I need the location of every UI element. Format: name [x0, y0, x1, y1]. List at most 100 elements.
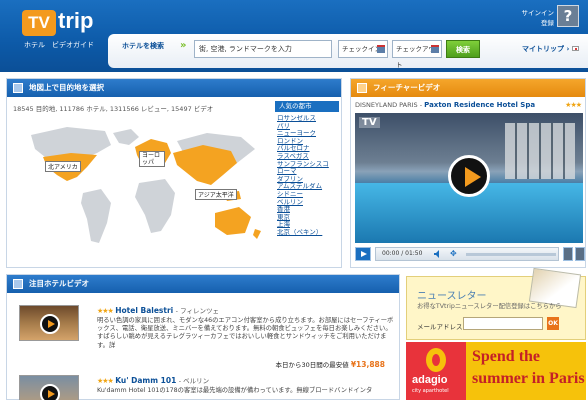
- video-hotel-link[interactable]: Paxton Residence Hotel Spa: [424, 101, 535, 109]
- site-header: TV trip ホテル ビデオガイド サインイン 登録 ? ホテルを検索 » 街…: [0, 0, 588, 72]
- adagio-advertisement[interactable]: adagio city aparthotel Spend the summer …: [406, 342, 586, 400]
- account-links: サインイン 登録: [512, 8, 555, 28]
- site-stats: 18545 目的地, 111786 ホテル, 1311566 レビュー, 154…: [13, 105, 214, 113]
- share-icon[interactable]: [563, 247, 573, 261]
- hotel-description: Ku'damm Hotel 101の178の客室は最先端の設備が備わっています。…: [97, 387, 373, 394]
- city-link[interactable]: アムステルダム: [277, 183, 339, 191]
- volume-icon[interactable]: [434, 250, 442, 258]
- register-link[interactable]: 登録: [512, 18, 554, 28]
- price-label: 本日から30日間の最安値: [275, 361, 349, 369]
- mytrip-link[interactable]: マイトリップ ›: [522, 44, 569, 54]
- video-progress-bar[interactable]: [466, 253, 556, 256]
- city-link[interactable]: ニューヨーク: [277, 130, 339, 138]
- signin-link[interactable]: サインイン: [512, 8, 555, 18]
- chevron-right-icon: ›: [566, 45, 570, 53]
- region-label-north-america[interactable]: 北アメリカ: [45, 161, 81, 172]
- film-icon: [357, 83, 367, 93]
- hotel-name-link[interactable]: Ku' Damm 101: [115, 376, 176, 385]
- australia-region: [215, 207, 251, 235]
- play-icon[interactable]: [40, 384, 60, 400]
- city-link[interactable]: 香港: [277, 206, 339, 214]
- tvtrip-logo[interactable]: TV trip ホテル ビデオガイド: [22, 8, 100, 50]
- map-panel: 地図上で目的地を選択 18545 目的地, 111786 ホテル, 131156…: [6, 78, 342, 268]
- play-icon[interactable]: [40, 314, 60, 334]
- video-player[interactable]: TV: [355, 113, 583, 243]
- logo-tagline: ホテル ビデオガイド: [24, 41, 94, 49]
- help-button[interactable]: ?: [557, 5, 579, 27]
- world-map-graphic: [31, 127, 261, 243]
- featured-hotels-panel: 注目ホテルビデオ ★★★ Hotel Balestri - フィレンツェ 明るい…: [6, 274, 400, 400]
- ad-headline: Spend the summer in Paris: [472, 346, 585, 390]
- japan-flag-icon[interactable]: [572, 46, 579, 51]
- price-value[interactable]: ¥13,888: [351, 360, 385, 369]
- asia-region: [173, 145, 237, 185]
- newsletter-subtitle: お得なTVtripニュースレター配信登録はこちらから: [417, 303, 562, 310]
- newsletter-submit-button[interactable]: OK: [547, 317, 559, 330]
- featured-hotels-header: 注目ホテルビデオ: [7, 275, 399, 293]
- search-label: ホテルを検索: [122, 42, 164, 50]
- city-link[interactable]: シドニー: [277, 191, 339, 199]
- city-link[interactable]: ローマ: [277, 168, 339, 176]
- hotel-video-thumbnail[interactable]: [19, 305, 79, 341]
- region-label-europe[interactable]: ヨーロッパ: [139, 151, 165, 167]
- calendar-icon[interactable]: [431, 45, 439, 53]
- checkout-label: チェックアウト: [396, 45, 435, 69]
- city-link[interactable]: バルセロナ: [277, 145, 339, 153]
- logo-trip-text: trip: [58, 8, 94, 33]
- city-link[interactable]: ロンドン: [277, 138, 339, 146]
- video-panel-title: フィーチャービデオ: [373, 83, 441, 92]
- city-link[interactable]: ラスベガス: [277, 153, 339, 161]
- checkin-label: チェックイン: [342, 45, 381, 53]
- adagio-logo-mark: [426, 348, 446, 372]
- email-label: メールアドレス: [417, 323, 463, 331]
- search-button[interactable]: 検索: [446, 40, 480, 58]
- hotel-title: ★★★ Hotel Balestri - フィレンツェ: [97, 305, 219, 315]
- newsletter-title: ニュースレター: [417, 291, 487, 302]
- hotel-description: 明るい色調の家具に囲まれ、モダンな46のエアコン付客室から成り立ちます。お部屋に…: [97, 317, 394, 349]
- popular-cities-list: ロサンゼルス パリ ニューヨーク ロンドン バルセロナ ラスベガス サンフランシ…: [277, 115, 339, 237]
- city-link[interactable]: パリ: [277, 123, 339, 131]
- hotel-video-thumbnail[interactable]: [19, 375, 79, 400]
- checkout-field[interactable]: チェックアウト: [392, 40, 442, 69]
- video-caption: DISNEYLAND PARIS - Paxton Residence Hote…: [355, 101, 582, 109]
- featured-video-panel: フィーチャービデオ DISNEYLAND PARIS - Paxton Resi…: [350, 78, 586, 268]
- video-frame-windows: [505, 123, 575, 179]
- world-map[interactable]: 北アメリカ ヨーロッパ アジア太平洋: [27, 123, 263, 251]
- video-time: 00:00 / 01:50: [382, 250, 423, 257]
- checkin-field[interactable]: チェックイン: [338, 40, 388, 58]
- city-link[interactable]: 北京（ペキン）: [277, 229, 339, 237]
- star-rating: ★★★: [97, 377, 114, 385]
- hotel-item: ★★★ Hotel Balestri - フィレンツェ 明るい色調の家具に囲まれ…: [15, 305, 395, 369]
- hotel-search-bar: ホテルを検索 » 街, 空港, ランドマークを入力 チェックイン チェックアウト…: [108, 34, 588, 69]
- map-panel-header: 地図上で目的地を選択: [7, 79, 341, 97]
- newsletter-panel: ニュースレター お得なTVtripニュースレター配信登録はこちらから メールアド…: [406, 267, 586, 340]
- destination-input[interactable]: 街, 空港, ランドマークを入力: [194, 40, 332, 58]
- mytrip-label: マイトリップ: [522, 45, 564, 53]
- video-location: DISNEYLAND PARIS: [355, 101, 418, 109]
- city-link[interactable]: 東京: [277, 214, 339, 222]
- city-link[interactable]: ベルリン: [277, 199, 339, 207]
- chevron-right-icon: »: [180, 40, 187, 51]
- hotel-title: ★★★ Ku' Damm 101 - ベルリン: [97, 375, 209, 385]
- play-icon[interactable]: [448, 155, 490, 197]
- map-panel-title: 地図上で目的地を選択: [29, 83, 104, 92]
- ad-line-2: summer in Paris: [472, 370, 585, 387]
- fullscreen-icon[interactable]: ✥: [450, 250, 458, 258]
- hotel-name-link[interactable]: Hotel Balestri: [115, 306, 173, 315]
- settings-icon[interactable]: [575, 247, 585, 261]
- play-button[interactable]: [355, 247, 371, 261]
- featured-hotels-title: 注目ホテルビデオ: [29, 279, 89, 288]
- region-label-asia-pacific[interactable]: アジア太平洋: [195, 189, 237, 200]
- hotel-price: 本日から30日間の最安値 ¥13,888: [275, 359, 385, 369]
- globe-icon: [13, 83, 23, 93]
- video-panel-header: フィーチャービデオ: [351, 79, 585, 97]
- hotel-location: - フィレンツェ: [175, 307, 219, 315]
- ad-line-1: Spend the: [472, 348, 541, 365]
- city-link[interactable]: ロサンゼルス: [277, 115, 339, 123]
- email-field[interactable]: [463, 317, 543, 330]
- ad-brand-subtitle: city aparthotel: [412, 388, 449, 394]
- city-link[interactable]: 上海: [277, 221, 339, 229]
- city-link[interactable]: サンフランシスコ: [277, 161, 339, 169]
- calendar-icon[interactable]: [377, 45, 385, 53]
- city-link[interactable]: ダブリン: [277, 176, 339, 184]
